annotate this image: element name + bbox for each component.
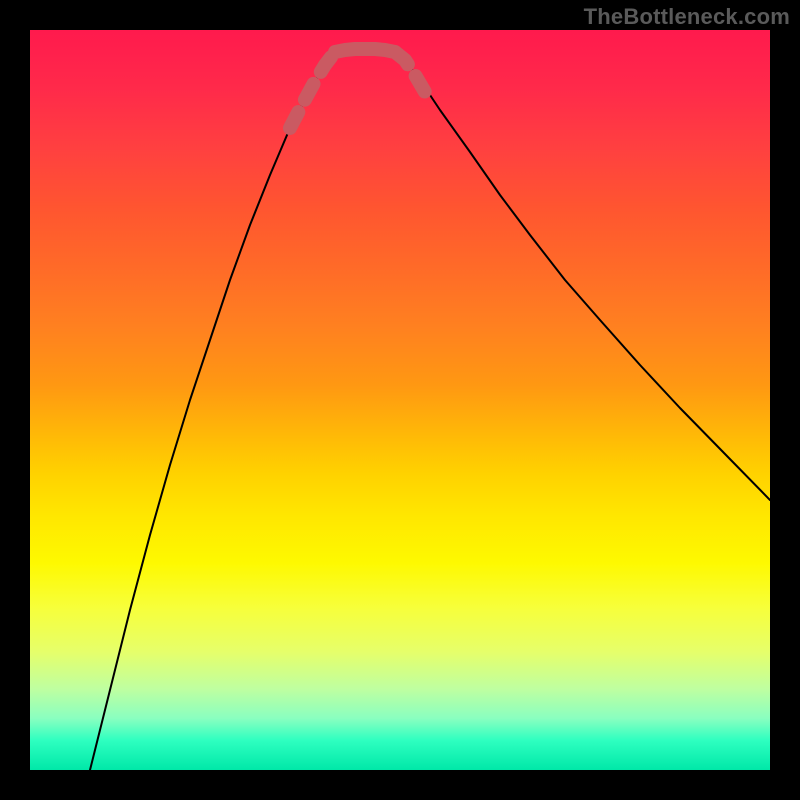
watermark: TheBottleneck.com	[584, 4, 790, 30]
series-right-curve	[395, 52, 770, 500]
series-right-dash-overlay	[395, 52, 425, 92]
series-flat-min	[335, 49, 395, 52]
curve-layer	[30, 30, 770, 770]
plot-area	[30, 30, 770, 770]
series-left-dash-overlay	[290, 52, 335, 128]
chart-frame: TheBottleneck.com	[0, 0, 800, 800]
series-left-curve	[90, 52, 335, 770]
